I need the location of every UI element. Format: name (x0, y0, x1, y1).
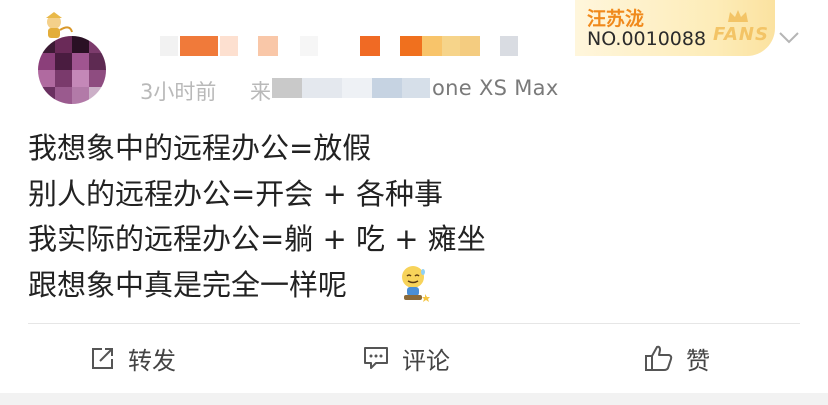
fans-badge-name: 汪苏泷 (587, 8, 645, 30)
source-prefix: 来 (250, 80, 271, 104)
divider (28, 323, 800, 324)
device-name: one XS Max (432, 76, 559, 100)
fans-badge[interactable]: 汪苏泷 NO.0010088 FANS (575, 0, 775, 56)
avatar-area[interactable] (20, 10, 120, 105)
chevron-down-icon[interactable] (778, 30, 800, 46)
crown-icon (728, 10, 748, 22)
repost-icon (92, 348, 113, 369)
fans-badge-number: NO.0010088 (587, 28, 707, 50)
comment-button[interactable]: 评论 (362, 338, 450, 378)
repost-label: 转发 (128, 346, 176, 375)
repost-button[interactable]: 转发 (90, 338, 176, 378)
post-time: 3小时前 (140, 80, 217, 104)
sweat-smile-emoji-icon (402, 266, 430, 302)
post-line: 我实际的远程办公=躺 + 吃 + 瘫坐 (28, 222, 486, 256)
post-line: 我想象中的远程办公=放假 (28, 131, 372, 165)
comment-icon (364, 347, 388, 369)
like-label: 赞 (686, 346, 710, 375)
bottom-separator (0, 393, 828, 405)
like-button[interactable]: 赞 (644, 338, 710, 378)
comment-label: 评论 (402, 346, 450, 375)
avatar[interactable] (38, 36, 106, 104)
thumbs-up-icon (645, 345, 673, 371)
fans-logo: FANS (713, 24, 769, 45)
post-line: 别人的远程办公=开会 + 各种事 (28, 176, 444, 211)
